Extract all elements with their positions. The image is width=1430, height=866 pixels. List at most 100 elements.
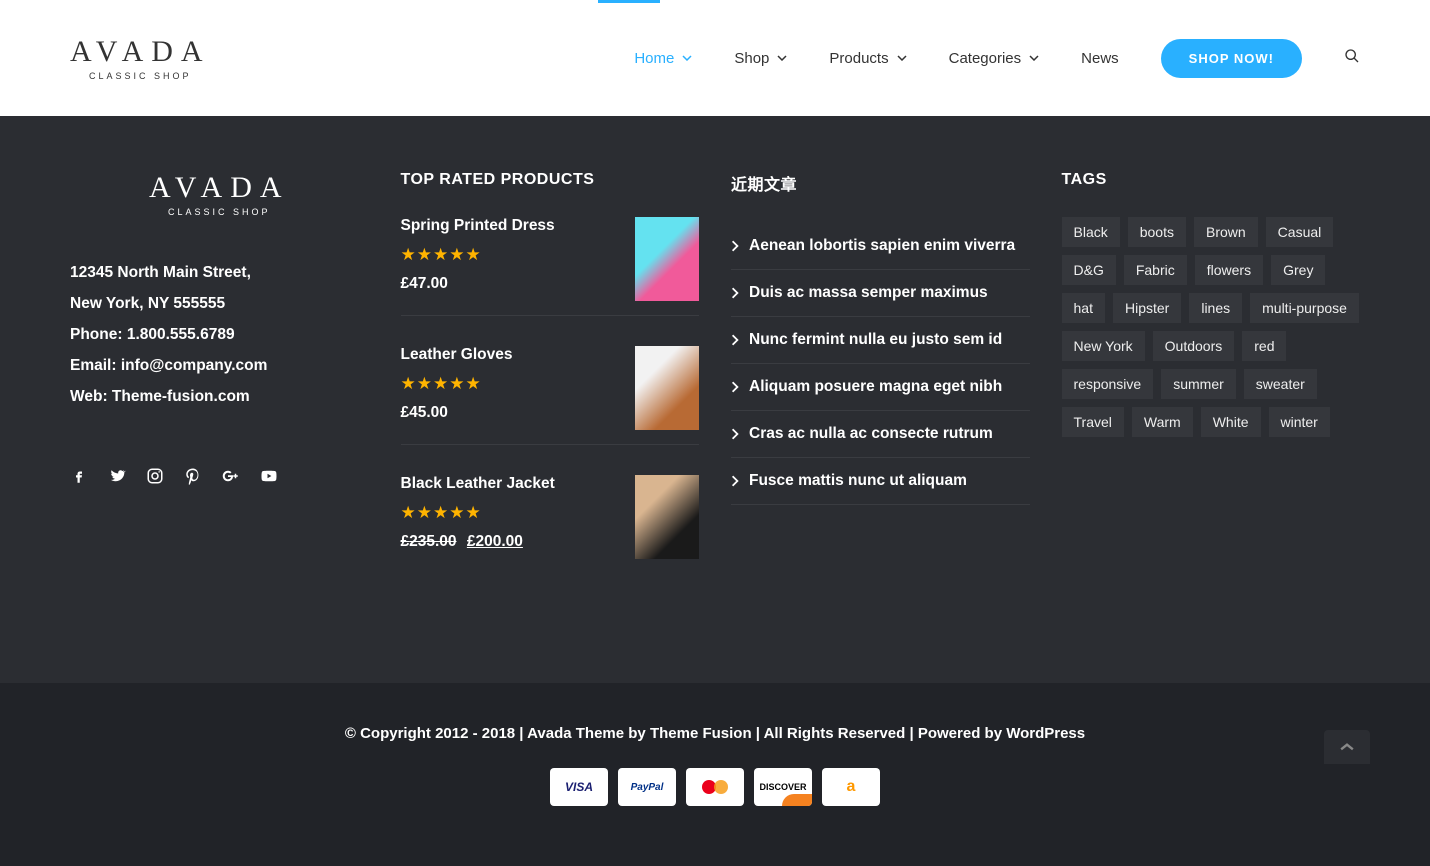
theme-fusion-link[interactable]: Theme Fusion — [650, 725, 752, 742]
tag-item[interactable]: hat — [1062, 293, 1105, 323]
post-item[interactable]: Aenean lobortis sapien enim viverra — [731, 223, 1030, 270]
product-title: Leather Gloves — [401, 346, 636, 364]
search-icon[interactable] — [1344, 48, 1360, 69]
tag-item[interactable]: D&G — [1062, 255, 1116, 285]
product-title: Spring Printed Dress — [401, 217, 636, 235]
address-line1: 12345 North Main Street, — [70, 257, 369, 288]
logo-text: AVADA — [70, 35, 211, 69]
tag-item[interactable]: sweater — [1244, 369, 1317, 399]
recent-posts-heading: 近期文章 — [731, 171, 1030, 195]
logo-tagline: CLASSIC SHOP — [89, 71, 192, 81]
tag-item[interactable]: Fabric — [1124, 255, 1187, 285]
tag-item[interactable]: New York — [1062, 331, 1145, 361]
google-plus-icon[interactable] — [222, 467, 240, 490]
product-price: £47.00 — [401, 275, 636, 293]
footer-col-products: TOP RATED PRODUCTS Spring Printed Dress … — [401, 171, 700, 603]
facebook-icon[interactable] — [70, 467, 88, 490]
tag-item[interactable]: summer — [1161, 369, 1236, 399]
footer-col-contact: AVADA CLASSIC SHOP 12345 North Main Stre… — [70, 171, 369, 603]
footer-col-recent: 近期文章 Aenean lobortis sapien enim viverra… — [731, 171, 1030, 603]
post-list: Aenean lobortis sapien enim viverra Duis … — [731, 223, 1030, 505]
product-item[interactable]: Black Leather Jacket ★★★★★ £235.00 £200.… — [401, 475, 700, 573]
copyright-text: © Copyright 2012 - 2018 | Avada Theme by… — [0, 725, 1430, 742]
post-title: Nunc fermint nulla eu justo sem id — [749, 331, 1002, 349]
post-item[interactable]: Fusce mattis nunc ut aliquam — [731, 458, 1030, 505]
contact-web: Web: Theme-fusion.com — [70, 381, 369, 412]
bottom-bar: © Copyright 2012 - 2018 | Avada Theme by… — [0, 683, 1430, 866]
tag-item[interactable]: lines — [1189, 293, 1242, 323]
payment-icons: VISA PayPal DISCOVER a — [0, 768, 1430, 806]
tags-heading: TAGS — [1062, 171, 1361, 189]
tag-item[interactable]: Outdoors — [1153, 331, 1235, 361]
product-title: Black Leather Jacket — [401, 475, 636, 493]
tag-item[interactable]: responsive — [1062, 369, 1154, 399]
main-header: AVADA CLASSIC SHOP Home Shop Products Ca… — [0, 0, 1430, 116]
tag-item[interactable]: White — [1201, 407, 1261, 437]
top-rated-heading: TOP RATED PRODUCTS — [401, 171, 700, 189]
chevron-down-icon — [1029, 53, 1039, 63]
tag-item[interactable]: winter — [1269, 407, 1330, 437]
contact-phone: Phone: 1.800.555.6789 — [70, 319, 369, 350]
footer-logo-tagline: CLASSIC SHOP — [168, 207, 271, 217]
tag-item[interactable]: Grey — [1271, 255, 1325, 285]
post-item[interactable]: Cras ac nulla ac consecte rutrum — [731, 411, 1030, 458]
product-image — [635, 346, 699, 430]
visa-icon: VISA — [550, 768, 608, 806]
product-image — [635, 475, 699, 559]
nav-home[interactable]: Home — [634, 50, 692, 67]
social-links — [70, 467, 369, 490]
nav-label: Categories — [949, 50, 1022, 67]
tag-cloud: Black boots Brown Casual D&G Fabric flowers Gre… — [1062, 217, 1361, 437]
product-item[interactable]: Leather Gloves ★★★★★ £45.00 — [401, 346, 700, 445]
tag-item[interactable]: boots — [1128, 217, 1186, 247]
post-item[interactable]: Duis ac massa semper maximus — [731, 270, 1030, 317]
address-line2: New York, NY 555555 — [70, 288, 369, 319]
nav-label: Products — [829, 50, 888, 67]
product-item[interactable]: Spring Printed Dress ★★★★★ £47.00 — [401, 217, 700, 316]
tag-item[interactable]: Brown — [1194, 217, 1258, 247]
logo[interactable]: AVADA CLASSIC SHOP — [70, 35, 211, 81]
contact-info: 12345 North Main Street, New York, NY 55… — [70, 257, 369, 412]
chevron-down-icon — [682, 53, 692, 63]
post-title: Fusce mattis nunc ut aliquam — [749, 472, 967, 490]
tag-item[interactable]: multi-purpose — [1250, 293, 1359, 323]
pinterest-icon[interactable] — [184, 467, 202, 490]
tag-item[interactable]: Casual — [1266, 217, 1334, 247]
scroll-to-top-button[interactable] — [1324, 730, 1370, 764]
rating-stars-icon: ★★★★★ — [401, 503, 636, 523]
tag-item[interactable]: Travel — [1062, 407, 1124, 437]
nav-label: News — [1081, 50, 1119, 67]
amazon-icon: a — [822, 768, 880, 806]
tag-item[interactable]: flowers — [1195, 255, 1263, 285]
post-title: Duis ac massa semper maximus — [749, 284, 988, 302]
contact-email: Email: info@company.com — [70, 350, 369, 381]
rating-stars-icon: ★★★★★ — [401, 245, 636, 265]
tag-item[interactable]: Hipster — [1113, 293, 1181, 323]
tag-item[interactable]: Warm — [1132, 407, 1193, 437]
post-item[interactable]: Aliquam posuere magna eget nibh — [731, 364, 1030, 411]
post-title: Cras ac nulla ac consecte rutrum — [749, 425, 993, 443]
tag-item[interactable]: red — [1242, 331, 1286, 361]
nav-products[interactable]: Products — [829, 50, 906, 67]
instagram-icon[interactable] — [146, 467, 164, 490]
product-price: £235.00 £200.00 — [401, 533, 636, 551]
footer-col-tags: TAGS Black boots Brown Casual D&G Fabric flowe… — [1062, 171, 1361, 603]
twitter-icon[interactable] — [108, 467, 126, 490]
post-item[interactable]: Nunc fermint nulla eu justo sem id — [731, 317, 1030, 364]
mastercard-icon — [686, 768, 744, 806]
nav-label: Home — [634, 50, 674, 67]
wordpress-link[interactable]: WordPress — [1006, 725, 1085, 742]
footer-logo-text: AVADA — [149, 171, 290, 205]
nav-categories[interactable]: Categories — [949, 50, 1040, 67]
rating-stars-icon: ★★★★★ — [401, 374, 636, 394]
youtube-icon[interactable] — [260, 467, 278, 490]
nav-label: Shop — [734, 50, 769, 67]
nav-shop[interactable]: Shop — [734, 50, 787, 67]
tag-item[interactable]: Black — [1062, 217, 1120, 247]
shop-now-button[interactable]: SHOP NOW! — [1161, 39, 1302, 78]
paypal-icon: PayPal — [618, 768, 676, 806]
nav-news[interactable]: News — [1081, 50, 1119, 67]
main-nav: Home Shop Products Categories News SHOP … — [634, 39, 1360, 78]
post-title: Aenean lobortis sapien enim viverra — [749, 237, 1015, 255]
footer-logo: AVADA CLASSIC SHOP — [70, 171, 369, 217]
